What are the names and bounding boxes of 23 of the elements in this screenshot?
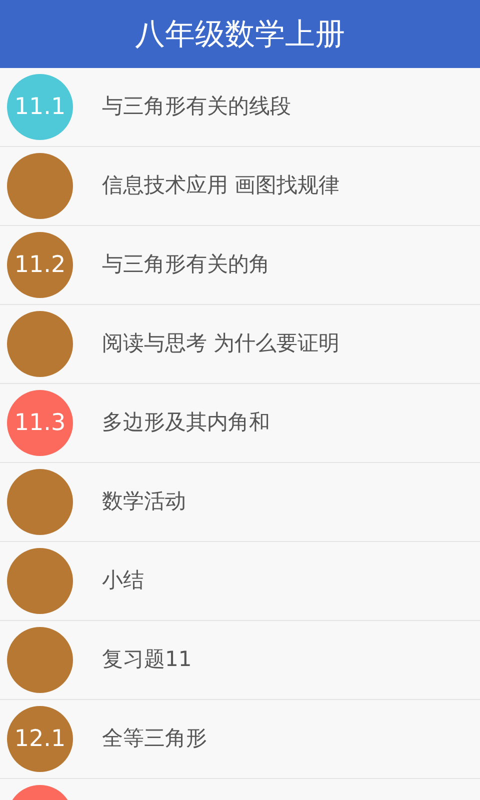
chapter-title: 信息技术应用 画图找规律: [102, 172, 340, 200]
chapter-title: 与三角形有关的线段: [102, 93, 291, 120]
chapter-row[interactable]: 11.2 与三角形有关的角: [0, 226, 480, 305]
chapter-badge: 11.1: [7, 74, 73, 140]
chapter-row[interactable]: 信息技术应用 画图找规律: [0, 147, 480, 226]
chapter-title: 多边形及其内角和: [102, 409, 270, 436]
chapter-row[interactable]: 小结: [0, 542, 480, 621]
chapter-title: 与三角形有关的角: [102, 251, 270, 278]
chapter-badge: 11.3: [7, 390, 73, 456]
chapter-row[interactable]: 11.1 与三角形有关的线段: [0, 68, 480, 147]
chapter-row[interactable]: 11.3 多边形及其内角和: [0, 384, 480, 463]
chapter-title: 复习题11: [102, 646, 192, 674]
chapter-row[interactable]: 12.1 全等三角形: [0, 700, 480, 779]
chapter-badge: 11.2: [7, 232, 73, 298]
chapter-title: 小结: [102, 567, 144, 594]
chapter-title: 数学活动: [102, 488, 186, 516]
chapter-row[interactable]: 复习题11: [0, 621, 480, 700]
chapter-title: 全等三角形: [102, 725, 207, 752]
chapter-badge: 12.1: [7, 706, 73, 772]
chapter-title: 阅读与思考 为什么要证明: [102, 330, 340, 358]
chapter-row[interactable]: 数学活动: [0, 463, 480, 542]
chapter-row[interactable]: 阅读与思考 为什么要证明: [0, 305, 480, 384]
page-title: 八年级数学上册: [135, 16, 345, 54]
